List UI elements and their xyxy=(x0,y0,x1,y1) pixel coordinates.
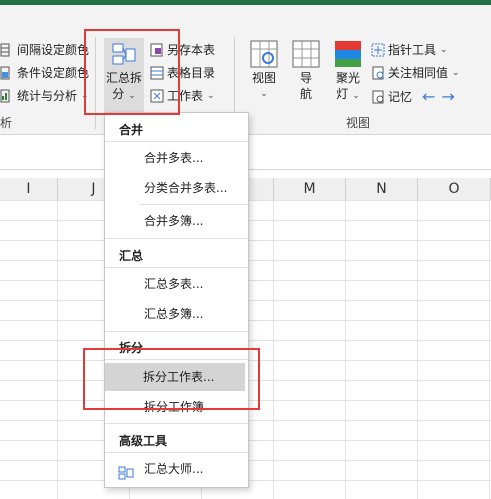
grid-line xyxy=(57,200,58,499)
table-of-contents-button[interactable]: 表格目录 xyxy=(150,64,215,81)
menu-item-summarize-workbooks[interactable]: 汇总多簿... xyxy=(106,300,247,328)
stats-analysis-label: 统计与分析 xyxy=(17,89,78,103)
view-label: 视图 xyxy=(251,71,276,85)
merge-split-label-1: 汇总拆 xyxy=(105,71,142,85)
pointer-tool-icon xyxy=(371,43,385,57)
spotlight-label-1: 聚光 xyxy=(335,71,360,85)
worksheet-button[interactable]: 工作表 ⌄ xyxy=(150,87,215,104)
group-label-view: 视图 xyxy=(346,116,371,130)
spotlight-button[interactable]: 聚光 灯 ⌄ xyxy=(332,40,364,104)
chevron-down-icon: ⌄ xyxy=(452,67,460,78)
grid-line xyxy=(273,200,274,499)
conditional-color-label: 条件设定颜色 xyxy=(17,66,90,80)
spotlight-icon xyxy=(334,40,362,68)
merge-split-label-2: 分 ⌄ xyxy=(112,87,136,101)
merge-split-icon xyxy=(111,42,137,68)
watch-same-icon xyxy=(371,66,385,80)
menu-section-split: 拆分 xyxy=(119,341,144,355)
stats-analysis-button[interactable]: 统计与分析 ⌄ xyxy=(0,87,89,104)
worksheet-label: 工作表 xyxy=(167,89,204,103)
menu-separator xyxy=(139,204,248,205)
group-label-analysis: 析 xyxy=(0,116,13,130)
stats-icon xyxy=(0,89,14,103)
column-header-m[interactable]: M xyxy=(274,178,346,200)
menu-section-merge: 合并 xyxy=(119,123,144,137)
memory-icon xyxy=(371,90,385,104)
conditional-color-icon xyxy=(0,66,14,80)
memory-label: 记忆 xyxy=(388,90,413,104)
merge-split-dropdown-menu: 合并 合并多表... 分类合并多表... 合并多簿... 汇总 汇总多表... … xyxy=(104,112,249,488)
save-sheet-label: 另存本表 xyxy=(167,43,216,57)
merge-split-button[interactable]: 汇总拆 分 ⌄ xyxy=(104,38,144,114)
table-toc-icon xyxy=(150,66,164,80)
chevron-down-icon: ⌄ xyxy=(128,91,136,101)
conditional-color-button[interactable]: 条件设定颜色 xyxy=(0,64,89,81)
grid-line xyxy=(417,200,418,499)
menu-item-split-workbook[interactable]: 拆分工作簿 xyxy=(106,393,247,421)
view-icon xyxy=(250,40,278,68)
watch-same-value-button[interactable]: 关注相同值 ⌄ xyxy=(371,64,460,81)
grid-line xyxy=(345,200,346,499)
interval-color-icon xyxy=(0,43,14,57)
navigation-label-2: 航 xyxy=(299,87,312,101)
menu-item-summary-master[interactable]: 汇总大师... xyxy=(106,455,247,483)
menu-item-category-merge[interactable]: 分类合并多表... xyxy=(106,174,247,202)
chevron-down-icon: ⌄ xyxy=(440,44,448,55)
menu-item-split-worksheet[interactable]: 拆分工作表... xyxy=(105,363,245,391)
interval-color-button[interactable]: 间隔设定颜色 xyxy=(0,41,89,58)
menu-separator xyxy=(105,267,248,268)
interval-color-label: 间隔设定颜色 xyxy=(17,43,90,57)
menu-separator xyxy=(105,238,248,239)
spotlight-label-2: 灯 ⌄ xyxy=(336,87,360,101)
menu-separator xyxy=(105,359,248,360)
pointer-tool-label: 指针工具 xyxy=(388,43,437,57)
summary-master-icon xyxy=(118,462,134,480)
menu-item-merge-sheets[interactable]: 合并多表... xyxy=(106,144,247,172)
menu-item-summarize-sheets[interactable]: 汇总多表... xyxy=(106,270,247,298)
save-sheet-button[interactable]: 另存本表 xyxy=(150,41,215,58)
menu-section-summary: 汇总 xyxy=(119,249,144,263)
pointer-tool-button[interactable]: 指针工具 ⌄ xyxy=(371,41,448,58)
watch-same-label: 关注相同值 xyxy=(388,66,449,80)
navigation-icon xyxy=(292,40,320,68)
column-header-o[interactable]: O xyxy=(418,178,491,200)
back-arrow-icon[interactable]: ← xyxy=(422,87,435,106)
menu-section-advanced: 高级工具 xyxy=(119,434,168,448)
chevron-down-icon: ⌄ xyxy=(260,89,268,99)
chevron-down-icon: ⌄ xyxy=(81,90,89,101)
column-header-i[interactable]: I xyxy=(0,178,58,200)
memory-button[interactable]: 记忆 ← → xyxy=(371,87,455,106)
forward-arrow-icon[interactable]: → xyxy=(441,87,454,106)
save-sheet-icon xyxy=(150,43,164,57)
table-toc-label: 表格目录 xyxy=(167,66,216,80)
worksheet-icon xyxy=(150,89,164,103)
chevron-down-icon: ⌄ xyxy=(207,90,215,101)
navigation-label-1: 导 xyxy=(299,71,312,85)
menu-item-merge-workbooks[interactable]: 合并多簿... xyxy=(106,207,247,235)
grid-line xyxy=(489,200,490,499)
navigation-button[interactable]: 导 航 xyxy=(289,40,323,102)
menu-separator xyxy=(105,331,248,332)
summary-master-label: 汇总大师... xyxy=(144,462,204,476)
menu-separator xyxy=(105,452,248,453)
view-button[interactable]: 视图 ⌄ xyxy=(246,40,282,102)
group-separator xyxy=(95,37,96,129)
column-header-n[interactable]: N xyxy=(346,178,418,200)
chevron-down-icon: ⌄ xyxy=(352,91,360,101)
menu-separator xyxy=(105,141,248,142)
menu-separator xyxy=(105,423,248,424)
